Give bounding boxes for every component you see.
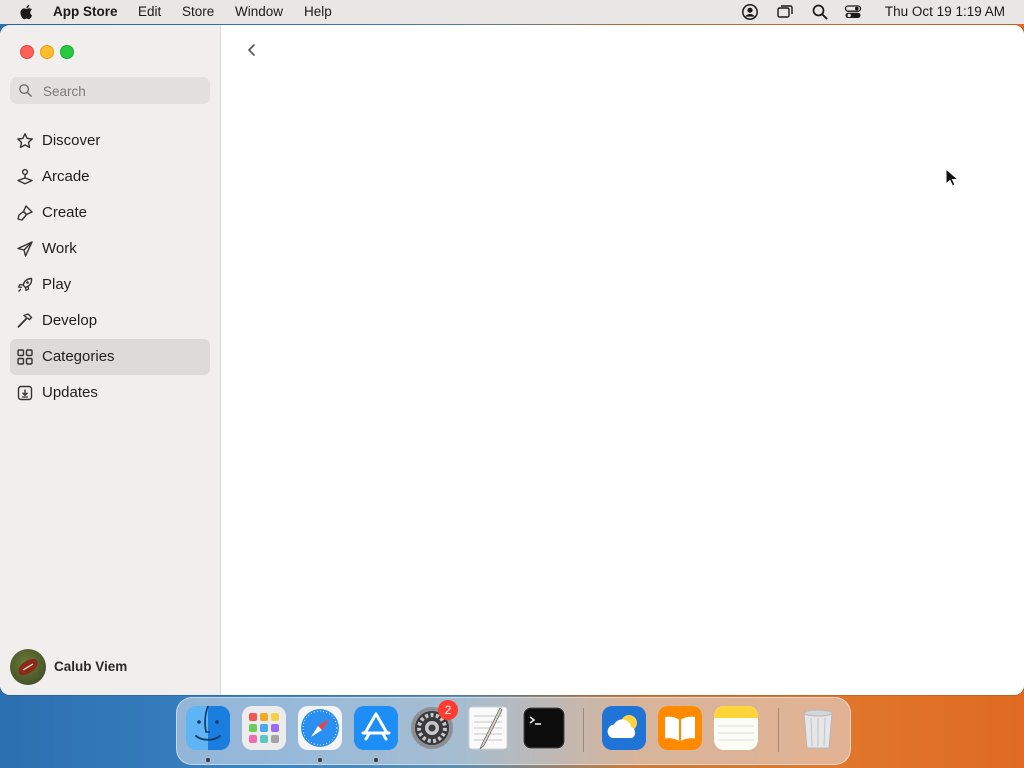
- menu-help[interactable]: Help: [304, 4, 332, 19]
- launchpad-icon: [242, 706, 286, 750]
- sidebar-item-play[interactable]: Play: [10, 267, 210, 303]
- rocket-icon: [17, 277, 33, 292]
- sidebar-item-label: Arcade: [42, 168, 90, 185]
- trash-icon: [803, 709, 833, 749]
- app-store-window: Discover Arcade Create Work: [0, 25, 1024, 695]
- menubar-clock[interactable]: Thu Oct 19 1:19 AM: [885, 4, 1005, 19]
- account-profile[interactable]: Calub Viem: [10, 649, 210, 685]
- menu-bar: App Store Edit Store Window Help Thu Oct…: [0, 0, 1024, 24]
- dock-system-settings[interactable]: 2: [408, 700, 458, 752]
- dock-separator: [778, 708, 779, 752]
- app-store-icon: [354, 706, 398, 750]
- sidebar-item-label: Discover: [42, 132, 101, 149]
- dock-separator: [583, 708, 584, 752]
- notification-badge: 2: [438, 700, 458, 720]
- notes-icon: [714, 706, 758, 750]
- sidebar-item-updates[interactable]: Updates: [10, 375, 210, 411]
- menu-app-name[interactable]: App Store: [53, 4, 118, 19]
- user-account-icon[interactable]: [741, 3, 759, 21]
- safari-icon: [298, 706, 342, 750]
- search-input[interactable]: [41, 80, 205, 102]
- control-center-icon[interactable]: [844, 3, 862, 21]
- sidebar-item-arcade[interactable]: Arcade: [10, 159, 210, 195]
- sidebar-item-work[interactable]: Work: [10, 231, 210, 267]
- main-content: [221, 25, 1024, 695]
- dock-books[interactable]: [656, 704, 704, 752]
- paper-plane-icon: [17, 241, 33, 257]
- avatar[interactable]: [10, 649, 46, 685]
- screen-mirroring-icon[interactable]: [776, 3, 794, 21]
- textedit-icon: [468, 706, 508, 750]
- brush-icon: [17, 205, 33, 221]
- dock-launchpad[interactable]: [240, 704, 288, 752]
- spotlight-search-icon[interactable]: [811, 3, 829, 21]
- dock: 2: [176, 697, 851, 765]
- dock-finder[interactable]: [184, 704, 232, 752]
- dock-app-store[interactable]: [352, 704, 400, 752]
- window-close-button[interactable]: [20, 45, 34, 59]
- sidebar-item-label: Categories: [42, 348, 115, 365]
- back-chevron-icon[interactable]: [243, 41, 261, 59]
- dock-terminal[interactable]: [520, 704, 568, 752]
- weather-icon: [602, 706, 646, 750]
- books-icon: [658, 706, 702, 750]
- sidebar-item-label: Play: [42, 276, 72, 293]
- download-icon: [17, 385, 33, 401]
- window-minimize-button[interactable]: [40, 45, 54, 59]
- sidebar-item-label: Create: [42, 204, 88, 221]
- menu-store[interactable]: Store: [182, 4, 214, 19]
- menu-window[interactable]: Window: [235, 4, 283, 19]
- dock-safari[interactable]: [296, 704, 344, 752]
- sidebar-item-label: Develop: [42, 312, 98, 329]
- football-avatar-icon: [18, 659, 38, 675]
- mouse-cursor-icon: [945, 168, 959, 187]
- search-icon: [19, 84, 32, 97]
- running-indicator: [318, 758, 322, 762]
- sidebar-item-create[interactable]: Create: [10, 195, 210, 231]
- joystick-icon: [17, 168, 33, 185]
- sidebar-item-categories[interactable]: Categories: [10, 339, 210, 375]
- search-field[interactable]: [10, 77, 210, 104]
- star-icon: [17, 133, 33, 149]
- sidebar: Discover Arcade Create Work: [0, 25, 221, 695]
- sidebar-item-develop[interactable]: Develop: [10, 303, 210, 339]
- sidebar-item-label: Updates: [42, 384, 98, 401]
- profile-name: Calub Viem: [54, 659, 128, 674]
- sidebar-item-label: Work: [42, 240, 77, 257]
- running-indicator: [374, 758, 378, 762]
- menu-edit[interactable]: Edit: [138, 4, 161, 19]
- hammer-icon: [17, 313, 33, 328]
- dock-trash[interactable]: [794, 704, 842, 752]
- running-indicator: [206, 758, 210, 762]
- grid-icon: [17, 349, 33, 365]
- dock-textedit[interactable]: [464, 704, 512, 752]
- window-zoom-button[interactable]: [60, 45, 74, 59]
- sidebar-item-discover[interactable]: Discover: [10, 123, 210, 159]
- dock-notes[interactable]: [712, 704, 760, 752]
- terminal-icon: [522, 706, 566, 750]
- dock-weather[interactable]: [600, 704, 648, 752]
- apple-logo-icon[interactable]: [18, 3, 36, 21]
- finder-icon: [186, 705, 230, 750]
